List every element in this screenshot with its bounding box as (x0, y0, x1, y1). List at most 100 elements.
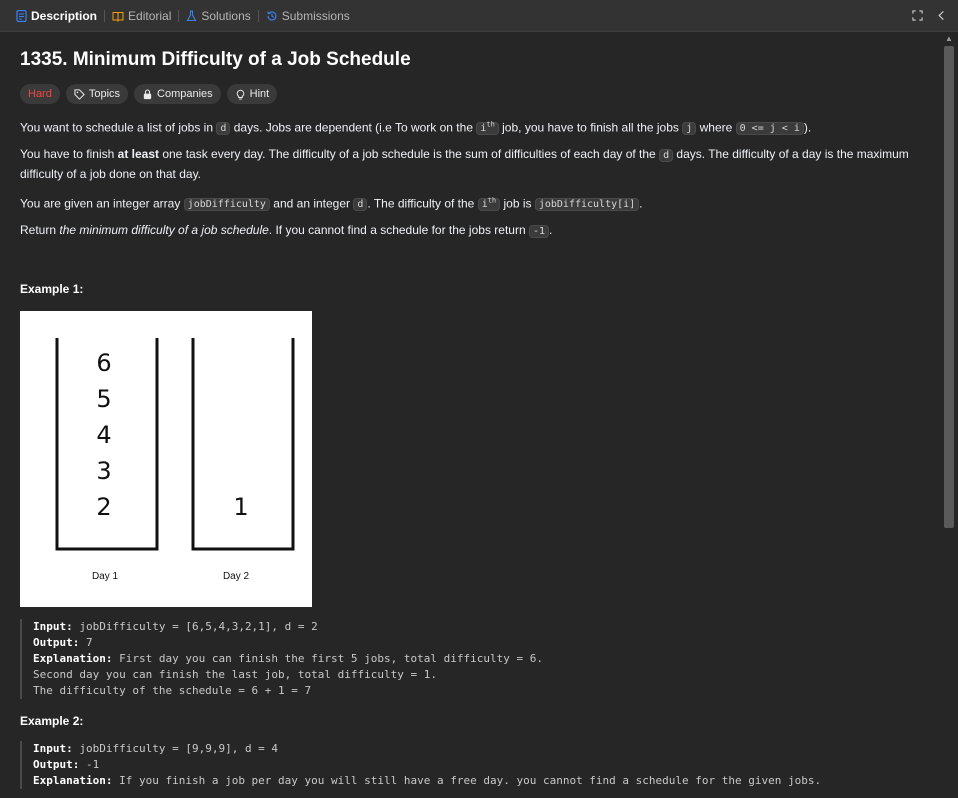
input-label: Input: (33, 620, 73, 633)
topics-tag[interactable]: Topics (65, 84, 129, 104)
job-value: 6 (96, 349, 111, 377)
problem-tags: Hard Topics Companies Hint (20, 84, 278, 104)
day-label: Day 1 (92, 571, 119, 582)
tag-icon (74, 88, 85, 100)
problem-panel: Description Editorial Solutions Submissi… (0, 0, 958, 798)
tab-divider (104, 9, 106, 22)
text: job, you have to finish all the jobs (498, 120, 683, 135)
job-value: 2 (96, 493, 111, 521)
example-heading: Example 2: (20, 714, 84, 728)
bold-text: at least (117, 147, 159, 161)
difficulty-badge: Hard (20, 84, 60, 104)
explanation-label: Explanation: (33, 652, 113, 665)
description-paragraph: You have to finish at least one task eve… (20, 145, 925, 183)
day-label: Day 2 (223, 571, 250, 582)
inline-code: j (682, 122, 697, 136)
hint-label: Hint (249, 88, 270, 100)
lock-icon (143, 88, 152, 99)
text: . (549, 223, 553, 237)
example-input: Input: jobDifficulty = [9,9,9], d = 4 (33, 741, 920, 757)
history-icon (267, 10, 277, 20)
description-paragraph: You want to schedule a list of jobs in d… (20, 116, 925, 138)
input-value: jobDifficulty = [9,9,9], d = 4 (79, 742, 279, 755)
chevron-left-icon[interactable] (934, 8, 948, 22)
tab-solutions-label: Solutions (201, 8, 251, 23)
example-output: Output: 7 (33, 635, 920, 651)
vertical-scrollbar[interactable]: ▲ (942, 32, 956, 798)
inline-code: jobDifficulty[i] (534, 198, 640, 212)
inline-code: jobDifficulty (183, 198, 270, 212)
example-explanation: Explanation: First day you can finish th… (33, 651, 920, 667)
tab-solutions[interactable]: Solutions (180, 4, 256, 28)
lightbulb-icon (236, 89, 244, 100)
companies-tag[interactable]: Companies (134, 84, 221, 104)
inline-code: d (353, 198, 368, 212)
explanation-label: Explanation: (33, 774, 113, 787)
text: You want to schedule a list of jobs in (20, 120, 217, 135)
text: where (696, 120, 736, 135)
inline-code: d (659, 149, 674, 162)
job-value: 5 (96, 385, 111, 413)
example-block: Input: jobDifficulty = [6,5,4,3,2,1], d … (20, 619, 920, 699)
input-value: jobDifficulty = [6,5,4,3,2,1], d = 2 (79, 620, 318, 633)
explanation-line: Second day you can finish the last job, … (33, 668, 437, 681)
description-paragraph: You are given an integer array jobDiffic… (20, 192, 925, 214)
tab-divider (257, 9, 259, 22)
job-value: 4 (96, 421, 111, 449)
inline-code: ith (477, 197, 501, 212)
hint-tag[interactable]: Hint (226, 84, 278, 104)
inline-code: ith (476, 121, 499, 136)
text: . The difficulty of the (367, 196, 478, 211)
tab-description[interactable]: Description (10, 4, 103, 28)
text: Return (20, 223, 60, 237)
text: . (639, 196, 643, 211)
description-paragraph: Return the minimum difficulty of a job s… (20, 221, 925, 241)
scrollbar-thumb[interactable] (944, 46, 954, 528)
output-label: Output: (33, 636, 80, 649)
text: You have to finish (20, 147, 118, 161)
text: ). (803, 120, 812, 135)
text: You are given an integer array (20, 196, 184, 211)
description-content: 1335. Minimum Difficulty of a Job Schedu… (0, 32, 940, 798)
tab-submissions-label: Submissions (281, 8, 350, 23)
companies-label: Companies (157, 88, 213, 100)
text: . If you cannot find a schedule for the … (268, 223, 529, 237)
job-value: 3 (96, 457, 111, 485)
inline-code: 0 <= j < i (735, 122, 804, 136)
inline-code: -1 (528, 225, 549, 238)
inline-code: d (216, 122, 231, 136)
text: and an integer (269, 196, 354, 211)
example-block: Input: jobDifficulty = [9,9,9], d = 4 Ou… (20, 741, 920, 789)
description-icon (16, 9, 27, 22)
example-input: Input: jobDifficulty = [6,5,4,3,2,1], d … (33, 619, 920, 635)
example-diagram: 6 5 4 3 2 1 Day 1 Day 2 (20, 311, 312, 607)
output-value: -1 (85, 758, 100, 771)
superscript: th (487, 197, 497, 205)
problem-title: 1335. Minimum Difficulty of a Job Schedu… (20, 49, 411, 70)
tab-bar: Description Editorial Solutions Submissi… (0, 0, 958, 32)
topics-label: Topics (88, 88, 121, 100)
explanation-text: If you finish a job per day you will sti… (119, 774, 822, 787)
tab-editorial[interactable]: Editorial (106, 4, 177, 28)
maximize-icon[interactable] (910, 8, 924, 22)
job-value: 1 (233, 493, 248, 521)
example-heading: Example 1: (20, 282, 84, 296)
tab-submissions[interactable]: Submissions (260, 4, 356, 28)
text: one task every day. The difficulty of a … (159, 147, 660, 161)
example-explanation: Explanation: If you finish a job per day… (33, 773, 920, 789)
scroll-up-icon[interactable]: ▲ (944, 34, 954, 44)
tabbar-actions (910, 8, 948, 22)
output-label: Output: (33, 758, 80, 771)
explanation-line: First day you can finish the first 5 job… (119, 652, 543, 665)
explanation-line: The difficulty of the schedule = 6 + 1 =… (33, 684, 312, 697)
job-schedule-diagram: 6 5 4 3 2 1 Day 1 Day 2 (55, 338, 295, 582)
tab-editorial-label: Editorial (128, 8, 172, 23)
superscript: th (486, 121, 495, 129)
example-output: Output: -1 (33, 757, 920, 773)
text: job is (500, 196, 535, 211)
text: days. Jobs are dependent (i.e To work on… (230, 120, 477, 135)
book-icon (112, 11, 124, 22)
tab-divider (178, 9, 180, 22)
input-label: Input: (33, 742, 73, 755)
output-value: 7 (85, 636, 93, 649)
